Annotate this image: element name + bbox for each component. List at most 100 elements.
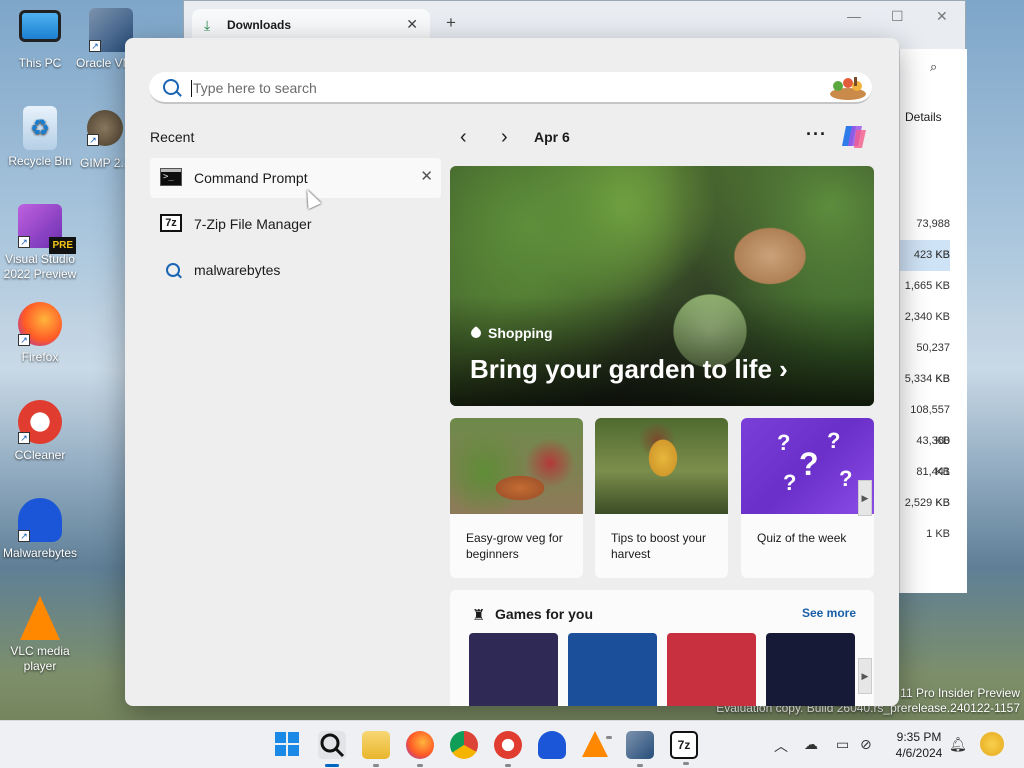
desktop-icon-label: Malwarebytes <box>2 546 78 560</box>
notification-bell-icon[interactable]: 🔔︎ <box>949 736 967 753</box>
games-title: Games for you <box>495 606 594 622</box>
file-size: 50,237 KB <box>916 342 950 385</box>
desktop-icon-firefox[interactable]: ↗ Firefox <box>0 302 80 365</box>
hero-category-label: Shopping <box>488 325 553 341</box>
details-button[interactable]: Details <box>905 110 942 124</box>
close-window-button[interactable]: ✕ <box>936 8 948 25</box>
copilot-preview-icon[interactable] <box>980 732 1004 756</box>
card-caption: Tips to boost your harvest <box>611 531 706 561</box>
recent-item-malwarebytes[interactable]: malwarebytes <box>150 250 441 290</box>
file-size: 2,529 KB <box>904 497 950 509</box>
tab-downloads[interactable]: ⤓ Downloads ✕ <box>192 9 430 41</box>
game-tile[interactable] <box>766 633 855 706</box>
recent-item-label: 7-Zip File Manager <box>194 216 312 232</box>
game-tile[interactable] <box>667 633 756 706</box>
copilot-icon[interactable] <box>838 120 870 152</box>
desktop-icon-label: Recycle Bin <box>8 154 72 168</box>
text-caret <box>191 80 192 97</box>
desktop-icon-recycle-bin[interactable]: ♻ Recycle Bin <box>0 106 80 169</box>
desktop-icon-label: VLC media player <box>10 644 70 673</box>
search-taskbar-button[interactable] <box>318 731 346 767</box>
maximize-button[interactable]: ☐ <box>891 8 904 25</box>
close-tab-icon[interactable]: ✕ <box>406 16 418 33</box>
more-options-button[interactable]: ··· <box>806 124 827 145</box>
hero-category: Shopping <box>468 325 553 341</box>
card-image <box>595 418 728 514</box>
hero-headline-text: Bring your garden to life <box>470 354 772 384</box>
search-icon <box>320 733 345 758</box>
chevron-right-icon[interactable]: › <box>501 126 508 149</box>
chevron-up-icon[interactable]: ︿ <box>774 736 788 756</box>
download-icon: ⤓ <box>204 17 211 33</box>
recycle-bin-icon: ♻ <box>23 106 57 150</box>
firefox-icon: ↗ <box>18 302 62 346</box>
question-mark-icon: ? <box>783 470 797 495</box>
recent-heading: Recent <box>150 129 195 145</box>
desktop-icon-visual-studio[interactable]: ↗ PRE Visual Studio 2022 Preview <box>0 204 80 282</box>
tab-title: Downloads <box>227 18 292 32</box>
hero-card[interactable]: Shopping Bring your garden to life › <box>450 166 874 406</box>
minimize-button[interactable]: — <box>847 8 861 24</box>
search-highlight-icon[interactable] <box>826 74 868 102</box>
file-size: 1,665 KB <box>904 280 950 292</box>
hero-gradient <box>450 296 874 406</box>
network-icon[interactable]: ☁ <box>804 736 818 753</box>
desktop-icon-vlc[interactable]: VLC media player <box>0 596 80 674</box>
file-explorer-taskbar-icon[interactable] <box>362 731 390 767</box>
ccleaner-icon: ↗ <box>18 400 62 444</box>
chevron-left-icon[interactable]: ‹ <box>460 126 467 149</box>
clock-date: 4/6/2024 <box>895 746 943 760</box>
taskbar: 7z ︿ ☁ ▭ ⊘ 9:35 PM 4/6/2024 🔔︎ <box>0 720 1024 768</box>
volume-muted-icon[interactable]: ⊘ <box>860 736 872 753</box>
desktop-icon-gimp[interactable]: ↗ GIMP 2.10 <box>80 110 130 171</box>
recent-item-command-prompt[interactable]: Command Prompt ✕ <box>150 158 441 198</box>
preview-badge: PRE <box>49 237 76 254</box>
file-size: 5,334 KB <box>904 373 950 385</box>
desktop-icon-label: Visual Studio 2022 Preview <box>3 252 77 281</box>
file-size: 73,988 KB <box>916 218 950 261</box>
firefox-taskbar-icon[interactable] <box>406 731 434 767</box>
search-icon <box>163 79 179 95</box>
desktop-icon-ccleaner[interactable]: ↗ CCleaner <box>0 400 80 463</box>
search-panel: Recent Command Prompt ✕ 7z 7-Zip File Ma… <box>125 38 899 706</box>
card-easy-grow-veg[interactable]: Easy-grow veg for beginners <box>450 418 583 578</box>
scroll-right-button[interactable]: ▶ <box>858 480 872 516</box>
7zip-taskbar-icon[interactable]: 7z <box>670 731 698 765</box>
see-more-link[interactable]: See more <box>802 606 856 620</box>
malwarebytes-taskbar-icon[interactable] <box>538 731 566 759</box>
display-icon[interactable]: ▭ <box>836 736 849 753</box>
remove-icon[interactable]: ✕ <box>420 167 433 185</box>
card-harvest-tips[interactable]: Tips to boost your harvest <box>595 418 728 578</box>
file-size: 43,380 KB <box>916 435 950 478</box>
card-caption: Easy-grow veg for beginners <box>466 531 563 561</box>
scroll-right-button[interactable]: ▶ <box>858 658 872 694</box>
game-piece-icon: ♜ <box>472 607 486 624</box>
card-caption: Quiz of the week <box>757 531 847 545</box>
question-mark-icon: ? <box>827 428 841 453</box>
recent-item-7zip[interactable]: 7z 7-Zip File Manager <box>150 204 441 244</box>
chrome-taskbar-icon[interactable] <box>450 731 478 759</box>
desktop-icon-malwarebytes[interactable]: ↗ Malwarebytes <box>0 498 80 561</box>
desktop-icon-label: GIMP 2.10 <box>80 156 130 170</box>
search-input[interactable] <box>193 77 813 99</box>
vlc-taskbar-icon[interactable] <box>582 731 612 757</box>
desktop-icon-label: Firefox <box>21 350 59 364</box>
card-quiz-of-the-week[interactable]: ? ? ? ? ? Quiz of the week <box>741 418 874 578</box>
new-tab-button[interactable]: + <box>446 13 456 33</box>
question-mark-icon: ? <box>839 466 853 491</box>
search-icon[interactable]: ⌕ <box>930 59 937 75</box>
card-image: ? ? ? ? ? <box>741 418 874 514</box>
clock[interactable]: 9:35 PM 4/6/2024 <box>889 729 949 761</box>
games-section: ♜ Games for you See more <box>450 590 874 706</box>
question-mark-icon: ? <box>777 430 791 455</box>
recent-item-label: malwarebytes <box>194 262 281 278</box>
desktop-icon-this-pc[interactable]: This PC <box>0 10 80 71</box>
game-tile[interactable] <box>469 633 558 706</box>
virtualbox-taskbar-icon[interactable] <box>626 731 654 767</box>
game-tile[interactable] <box>568 633 657 706</box>
file-size: 2,340 KB <box>904 311 950 323</box>
ccleaner-taskbar-icon[interactable] <box>494 731 522 767</box>
search-box[interactable] <box>149 72 872 104</box>
file-size: 423 KB <box>900 240 950 271</box>
start-button[interactable] <box>274 731 302 759</box>
